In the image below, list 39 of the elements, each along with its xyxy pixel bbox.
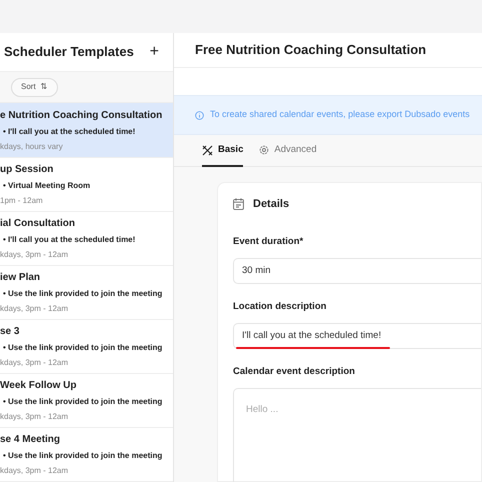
template-title: iew Plan bbox=[0, 271, 42, 285]
template-hours: 1pm - 12am bbox=[0, 195, 44, 207]
add-button[interactable]: + bbox=[150, 44, 159, 60]
template-hours: kdays, hours vary bbox=[0, 140, 64, 152]
template-title: se 3 bbox=[0, 325, 20, 339]
tab[interactable]: Advanced bbox=[259, 135, 317, 168]
template-hours: kdays, 3pm - 12am bbox=[0, 357, 70, 369]
template-hours: kdays, 3pm - 12am bbox=[0, 411, 70, 423]
banner-text: To create shared calendar events, please export Dubsado events bbox=[210, 108, 470, 122]
template-location: • Virtual Meeting Room bbox=[2, 180, 92, 192]
page-title: Free Nutrition Coaching Consultation bbox=[195, 41, 426, 60]
sidebar-title: Scheduler Templates bbox=[4, 43, 134, 62]
description-field[interactable]: Hello ... bbox=[233, 388, 481, 482]
template-title: e Nutrition Coaching Consultation bbox=[0, 108, 164, 122]
template-location: • Use the link provided to join the meeting bbox=[2, 450, 164, 462]
card-title: Details bbox=[253, 197, 290, 212]
template-title: up Session bbox=[0, 163, 54, 177]
template-title: Week Follow Up bbox=[0, 379, 78, 393]
input-field[interactable]: I'll call you at the scheduled time! bbox=[233, 323, 481, 350]
template-location: • I'll call you at the scheduled time! bbox=[2, 234, 136, 246]
template-location: • Use the link provided to join the meeting bbox=[2, 342, 164, 354]
template-location: • Use the link provided to join the meeting bbox=[2, 288, 164, 300]
template-hours: kdays, 3pm - 12am bbox=[0, 303, 70, 315]
template-title: se 4 Meeting bbox=[0, 433, 62, 447]
gear-icon bbox=[259, 145, 270, 156]
template-hours: kdays, 3pm - 12am bbox=[0, 465, 70, 477]
template-item[interactable]: e Nutrition Coaching Consultation • I'll call you at the scheduled time! kdays, hours vary bbox=[0, 103, 173, 158]
info-icon bbox=[195, 110, 204, 120]
template-location: • I'll call you at the scheduled time! bbox=[2, 126, 136, 138]
tools-icon bbox=[202, 144, 213, 156]
input-field[interactable]: 30 min bbox=[233, 258, 481, 284]
field-label: Calendar event description bbox=[233, 365, 356, 380]
field-label: Event duration* bbox=[233, 234, 304, 249]
field-label: Location description bbox=[233, 300, 328, 314]
calendar-icon bbox=[233, 198, 244, 210]
template-location: • Use the link provided to join the meeting bbox=[2, 396, 164, 408]
template-hours: kdays, 3pm - 12am bbox=[0, 249, 70, 261]
template-title: ial Consultation bbox=[0, 217, 76, 231]
sort-button[interactable]: Sort ⇅ bbox=[11, 78, 58, 96]
